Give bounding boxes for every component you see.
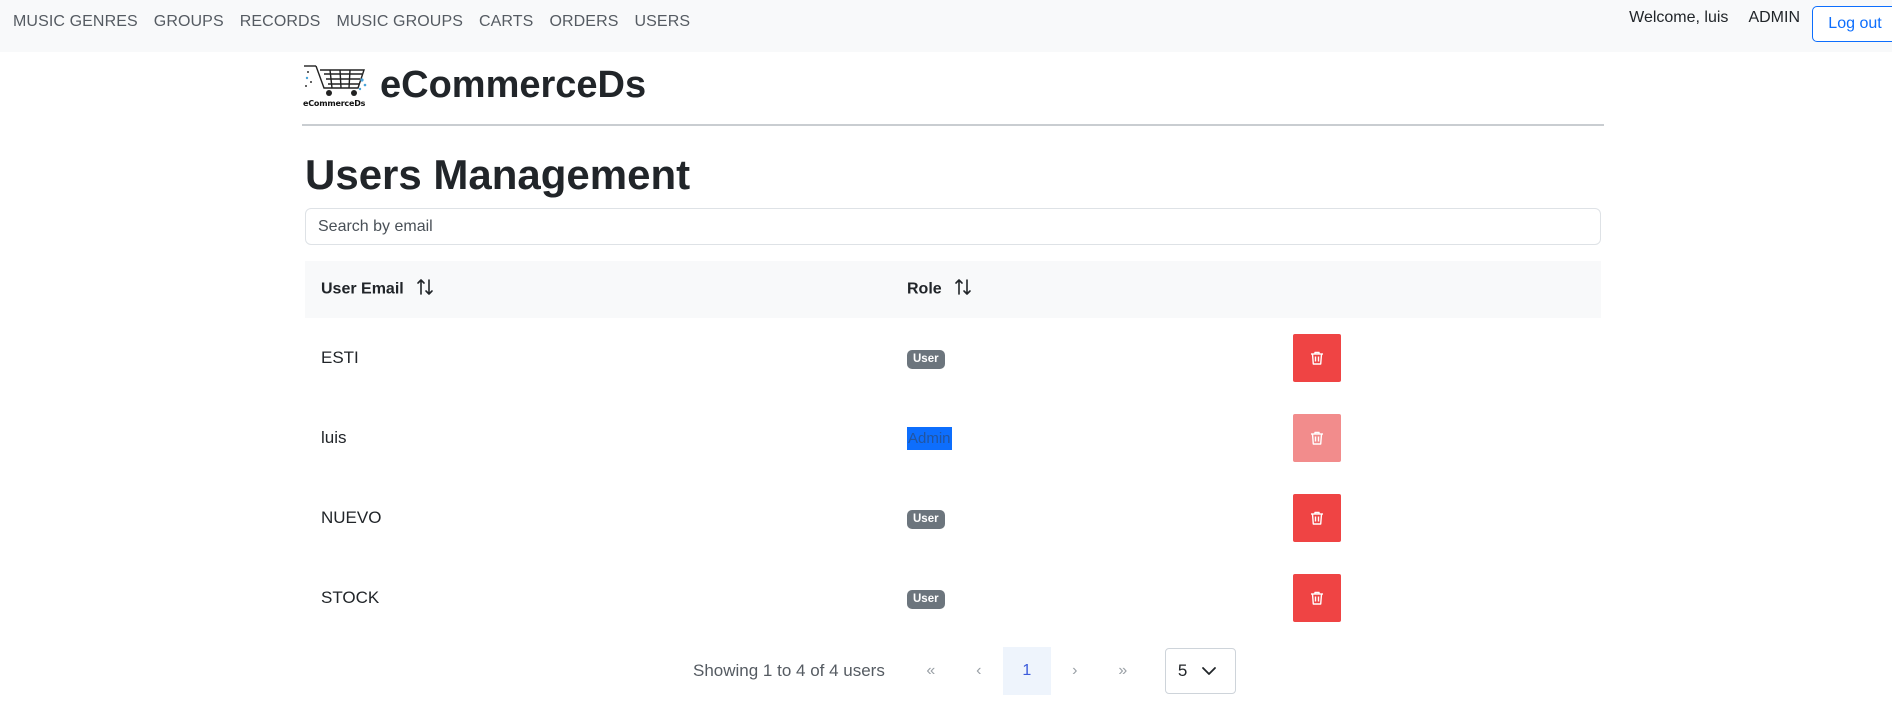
trash-icon (1311, 351, 1323, 365)
nav-link-groups[interactable]: GROUPS (154, 13, 224, 31)
role-column-header[interactable]: Role (891, 261, 1277, 318)
table-header-row: User Email Role (305, 261, 1601, 318)
nav-link-music-genres[interactable]: MUSIC GENRES (13, 13, 138, 31)
role-badge: User (907, 589, 945, 610)
actions-column-header (1277, 261, 1601, 318)
users-table: User Email Role ESTI User luis Admin NUE… (305, 261, 1601, 638)
user-email-cell: luis (321, 428, 347, 447)
header-divider (302, 124, 1604, 126)
nav-link-orders[interactable]: ORDERS (549, 13, 618, 31)
last-page-button[interactable]: » (1099, 647, 1147, 695)
user-role-text: ADMIN (1748, 9, 1800, 26)
sort-icon[interactable] (954, 278, 972, 301)
table-row: NUEVO User (305, 478, 1601, 558)
page-number-button[interactable]: 1 (1002, 647, 1051, 695)
prev-page-button[interactable]: ‹ (955, 647, 1003, 695)
table-row: luis Admin (305, 398, 1601, 478)
user-email-cell: ESTI (321, 348, 359, 367)
delete-user-button-disabled (1293, 414, 1341, 462)
nav-link-music-groups[interactable]: MUSIC GROUPS (336, 13, 463, 31)
nav-link-records[interactable]: RECORDS (240, 13, 321, 31)
trash-icon (1311, 591, 1323, 605)
next-page-button[interactable]: › (1051, 647, 1099, 695)
trash-icon (1311, 431, 1323, 445)
table-row: STOCK User (305, 558, 1601, 638)
trash-icon (1311, 511, 1323, 525)
role-badge: User (907, 349, 945, 370)
brand-name[interactable]: eCommerceDs (380, 64, 646, 107)
first-page-button[interactable]: « (907, 647, 955, 695)
delete-user-button[interactable] (1293, 334, 1341, 382)
page-size-select[interactable]: 5 (1164, 648, 1236, 694)
email-header-label: User Email (321, 280, 404, 298)
role-header-label: Role (907, 280, 942, 298)
role-badge: Admin (907, 426, 952, 450)
pagination-summary: Showing 1 to 4 of 4 users (693, 661, 885, 680)
email-column-header[interactable]: User Email (305, 261, 891, 318)
delete-user-button[interactable] (1293, 574, 1341, 622)
nav-link-users[interactable]: USERS (635, 13, 691, 31)
role-badge: User (907, 509, 945, 530)
pagination: Showing 1 to 4 of 4 users « ‹ 1 › » 5 (693, 647, 1236, 695)
logout-button[interactable]: Log out (1812, 6, 1892, 42)
table-row: ESTI User (305, 318, 1601, 398)
user-info: Welcome, luis ADMIN (1629, 9, 1800, 27)
nav-links: MUSIC GENRES GROUPS RECORDS MUSIC GROUPS… (13, 13, 690, 31)
chevron-down-icon (1202, 667, 1217, 675)
welcome-text: Welcome, luis (1629, 9, 1729, 26)
delete-user-button[interactable] (1293, 494, 1341, 542)
brand: eCommerceDs eCommerceDs (302, 58, 646, 112)
user-email-cell: STOCK (321, 588, 380, 607)
page-title: Users Management (305, 151, 691, 198)
logo-text: eCommerceDs (303, 99, 366, 108)
user-email-cell: NUEVO (321, 508, 382, 527)
cart-logo-icon: eCommerceDs (302, 58, 368, 112)
sort-icon[interactable] (416, 278, 434, 301)
nav-link-carts[interactable]: CARTS (479, 13, 533, 31)
top-navbar: MUSIC GENRES GROUPS RECORDS MUSIC GROUPS… (0, 0, 1892, 52)
search-input[interactable] (305, 208, 1601, 245)
page-size-value: 5 (1177, 661, 1188, 680)
